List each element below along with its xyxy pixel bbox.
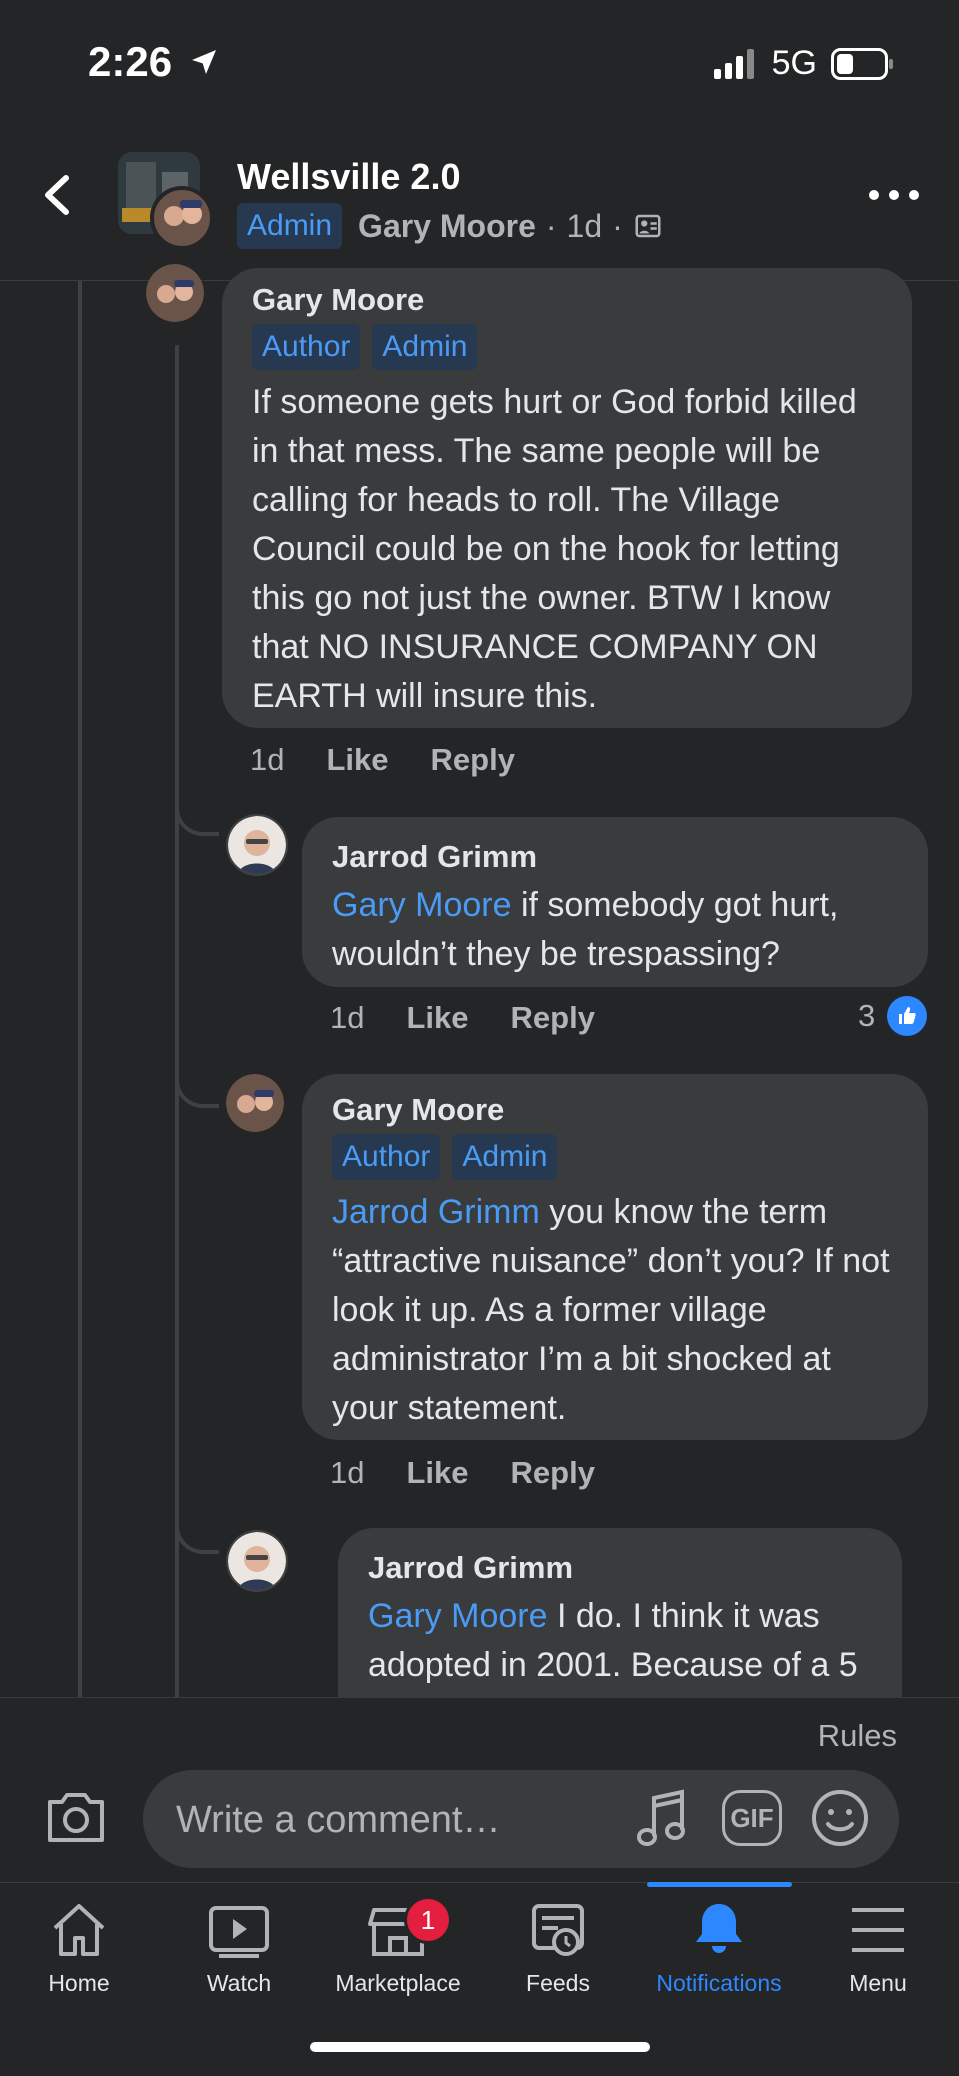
- smiley-icon: [812, 1790, 868, 1846]
- nav-label: Menu: [849, 1970, 907, 1996]
- comment-bubble: Jarrod Grimm Gary Moore if somebody got …: [302, 817, 928, 987]
- back-button[interactable]: [36, 160, 80, 230]
- comment-time: 1d: [330, 1000, 365, 1035]
- author-badge: Author: [332, 1134, 441, 1180]
- nav-label: Home: [48, 1970, 110, 1996]
- comment-actions: 1d Like Reply: [330, 1000, 595, 1036]
- group-avatar[interactable]: [118, 152, 218, 250]
- home-indicator[interactable]: [310, 2042, 650, 2052]
- reply-button[interactable]: Reply: [511, 1000, 595, 1036]
- nav-home[interactable]: Home: [4, 1900, 154, 2010]
- feeds-icon: [532, 1904, 584, 1956]
- mention-link[interactable]: Jarrod Grimm: [332, 1193, 540, 1231]
- mention-link[interactable]: Gary Moore: [332, 886, 512, 924]
- music-button[interactable]: [634, 1786, 690, 1850]
- more-dot-icon: [909, 190, 919, 200]
- mention-link[interactable]: Gary Moore: [368, 1597, 548, 1635]
- like-button[interactable]: Like: [406, 1455, 468, 1491]
- comment-author[interactable]: Jarrod Grimm: [332, 839, 898, 875]
- camera-icon: [48, 1793, 104, 1842]
- camera-button[interactable]: [44, 1788, 108, 1846]
- like-button[interactable]: Like: [406, 1000, 468, 1036]
- group-privacy-icon: [635, 214, 661, 238]
- post-meta: Admin Gary Moore · 1d ·: [237, 203, 663, 249]
- signal-icon: [713, 48, 754, 79]
- comment-text: Jarrod Grimm you know the term “attracti…: [332, 1188, 898, 1433]
- menu-icon: [852, 1908, 904, 1952]
- chevron-left-icon: [45, 175, 69, 215]
- thread-connector: [175, 1074, 219, 1108]
- thread-line-inner: [175, 345, 179, 1697]
- network-label: 5G: [771, 44, 817, 82]
- comment-author[interactable]: Gary Moore: [332, 1092, 898, 1128]
- more-dot-icon: [869, 190, 879, 200]
- avatar[interactable]: [226, 1530, 288, 1592]
- nav-menu[interactable]: Menu: [803, 1900, 953, 2010]
- gif-label: GIF: [730, 1802, 774, 1833]
- meta-separator: ·: [545, 207, 557, 244]
- active-tab-indicator: [647, 1882, 792, 1887]
- nav-label: Feeds: [526, 1970, 590, 1996]
- nav-notifications[interactable]: Notifications: [644, 1900, 794, 2010]
- author-name[interactable]: Gary Moore: [358, 208, 536, 245]
- admin-badge: Admin: [452, 1134, 558, 1180]
- nav-feeds[interactable]: Feeds: [483, 1900, 633, 2010]
- thread-connector: [175, 802, 219, 836]
- status-indicators: 5G: [713, 44, 895, 83]
- comment-time: 1d: [330, 1455, 365, 1490]
- nav-label: Notifications: [656, 1970, 782, 1996]
- avatar[interactable]: [226, 1074, 284, 1132]
- nav-label: Marketplace: [335, 1970, 461, 1996]
- avatar[interactable]: [146, 264, 204, 322]
- comment-bubble: Gary Moore Author Admin If someone gets …: [222, 268, 912, 728]
- like-button[interactable]: Like: [326, 742, 388, 778]
- group-cover-image: [118, 152, 214, 250]
- notification-count-badge: 1: [404, 1896, 452, 1944]
- author-badge: Author: [252, 324, 361, 370]
- reply-button[interactable]: Reply: [511, 1455, 595, 1491]
- thread-connector: [175, 1520, 219, 1554]
- meta-separator-2: ·: [612, 207, 623, 244]
- battery-icon: [831, 47, 893, 80]
- comment-bubble: Gary Moore Author Admin Jarrod Grimm you…: [302, 1074, 928, 1440]
- music-note-icon: [637, 1789, 685, 1846]
- avatar[interactable]: [226, 814, 288, 876]
- gif-button[interactable]: GIF: [722, 1790, 782, 1846]
- group-title[interactable]: Wellsville 2.0: [237, 156, 460, 198]
- comment-time: 1d: [250, 742, 285, 777]
- comment-input[interactable]: [174, 1790, 598, 1850]
- more-options-button[interactable]: [869, 180, 919, 210]
- admin-badge: Admin: [372, 324, 478, 370]
- nav-label: Watch: [206, 1970, 272, 1996]
- admin-badge: Admin: [237, 203, 343, 249]
- comment-badges: Author Admin: [332, 1134, 898, 1180]
- more-dot-icon: [889, 190, 899, 200]
- comment-text: Gary Moore if somebody got hurt, wouldn’…: [332, 881, 898, 979]
- location-arrow-icon: [191, 50, 216, 74]
- post-time: 1d: [566, 207, 603, 244]
- comment-badges: Author Admin: [252, 324, 882, 370]
- thread-line-outer: [78, 281, 82, 1697]
- like-reaction-icon: [887, 996, 928, 1036]
- status-time: 2:26: [88, 38, 220, 86]
- comment-text: Gary Moore I do. I think it was adopted …: [368, 1592, 872, 1690]
- watch-icon: [209, 1906, 269, 1958]
- comment-actions: 1d Like Reply: [330, 1455, 595, 1491]
- reply-button[interactable]: Reply: [431, 742, 515, 778]
- comment-author[interactable]: Jarrod Grimm: [368, 1550, 872, 1586]
- home-icon: [53, 1904, 105, 1956]
- nav-watch[interactable]: Watch: [164, 1900, 314, 2010]
- emoji-button[interactable]: [810, 1788, 870, 1848]
- reaction-summary[interactable]: 3: [858, 996, 928, 1036]
- reaction-count: 3: [858, 998, 876, 1033]
- clock-text: 2:26: [88, 38, 173, 85]
- rules-link[interactable]: Rules: [818, 1718, 897, 1754]
- bell-icon: [696, 1904, 742, 1953]
- comment-author[interactable]: Gary Moore: [252, 282, 882, 318]
- comment-text: If someone gets hurt or God forbid kille…: [252, 383, 857, 715]
- comment-actions: 1d Like Reply: [250, 742, 515, 778]
